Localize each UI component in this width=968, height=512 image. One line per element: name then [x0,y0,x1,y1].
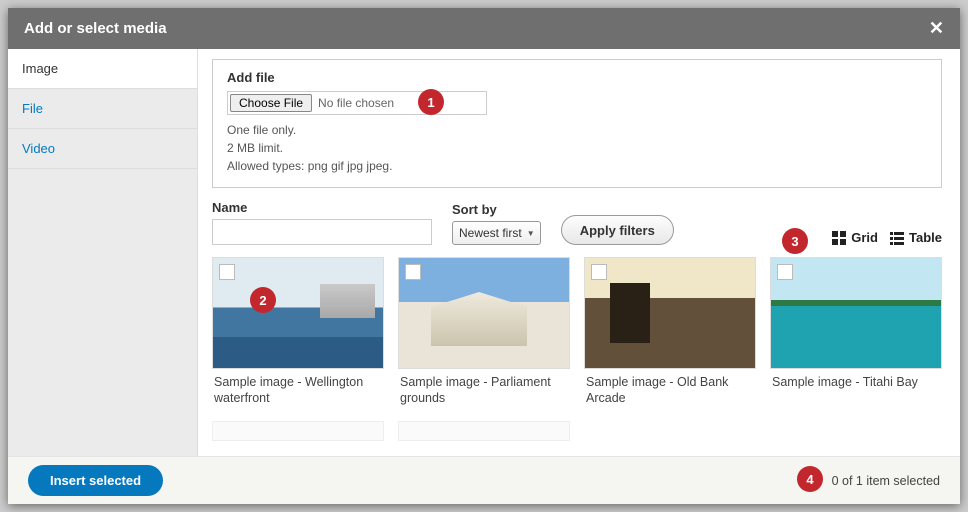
media-card-partial[interactable] [398,421,570,441]
table-icon [890,231,904,245]
media-caption: Sample image - Parliament grounds [398,369,570,407]
thumbnail [584,257,756,369]
content-pane[interactable]: Add file Choose File No file chosen One … [198,49,960,456]
sidebar-tab-video[interactable]: Video [8,129,197,169]
annotation-badge-1: 1 [418,89,444,115]
upload-box: Add file Choose File No file chosen One … [212,59,942,188]
view-table-button[interactable]: Table [890,230,942,245]
sidebar-tab-image[interactable]: Image [8,49,197,89]
media-caption: Sample image - Wellington waterfront [212,369,384,407]
name-filter-label: Name [212,200,432,215]
media-card[interactable]: Sample image - Parliament grounds [398,257,570,407]
select-checkbox[interactable] [219,264,235,280]
sort-filter: Sort by Newest first [452,202,541,245]
thumbnail [398,257,570,369]
sidebar: Image File Video [8,49,198,456]
sidebar-tab-label: File [22,101,43,116]
view-label: Table [909,230,942,245]
media-caption: Sample image - Old Bank Arcade [584,369,756,407]
grid-icon [832,231,846,245]
select-checkbox[interactable] [405,264,421,280]
file-status: No file chosen [318,96,394,110]
thumbnail [212,257,384,369]
modal-title: Add or select media [24,20,167,37]
media-card[interactable]: Sample image - Old Bank Arcade [584,257,756,407]
media-card-partial[interactable] [212,421,384,441]
filters-row: Name Sort by Newest first Apply filters … [212,200,942,245]
close-icon[interactable]: ✕ [929,18,944,39]
view-toggle: Grid Table [832,230,942,245]
sort-select[interactable]: Newest first [452,221,541,245]
media-card[interactable]: Sample image - Titahi Bay [770,257,942,407]
annotation-badge-4: 4 [797,466,823,492]
media-card[interactable]: Sample image - Wellington waterfront [212,257,384,407]
thumbnail-partial [212,421,384,441]
upload-hint-3: Allowed types: png gif jpg jpeg. [227,157,927,175]
annotation-badge-3: 3 [782,228,808,254]
thumbnail [770,257,942,369]
view-grid-button[interactable]: Grid [832,230,878,245]
choose-file-button[interactable]: Choose File [230,94,312,112]
sidebar-tab-label: Video [22,141,55,156]
upload-hint-2: 2 MB limit. [227,139,927,157]
thumbnail-partial [398,421,570,441]
select-checkbox[interactable] [591,264,607,280]
modal-body: Image File Video Add file Choose File No… [8,49,960,456]
view-label: Grid [851,230,878,245]
media-grid: Sample image - Wellington waterfront Sam… [212,257,942,441]
upload-hint-1: One file only. [227,121,927,139]
selection-count: 0 of 1 item selected [832,474,940,488]
name-input[interactable] [212,219,432,245]
insert-selected-button[interactable]: Insert selected [28,465,163,496]
media-modal: Add or select media ✕ Image File Video A… [8,8,960,504]
sort-select-value: Newest first [459,226,522,240]
sidebar-tab-label: Image [22,61,58,76]
sort-filter-label: Sort by [452,202,541,217]
apply-filters-button[interactable]: Apply filters [561,215,674,245]
select-checkbox[interactable] [777,264,793,280]
file-input-wrapper: Choose File No file chosen [227,91,487,115]
name-filter: Name [212,200,432,245]
sidebar-filler [8,169,197,456]
upload-label: Add file [227,70,927,85]
modal-header: Add or select media ✕ [8,8,960,49]
sidebar-tab-file[interactable]: File [8,89,197,129]
annotation-badge-2: 2 [250,287,276,313]
media-caption: Sample image - Titahi Bay [770,369,942,390]
